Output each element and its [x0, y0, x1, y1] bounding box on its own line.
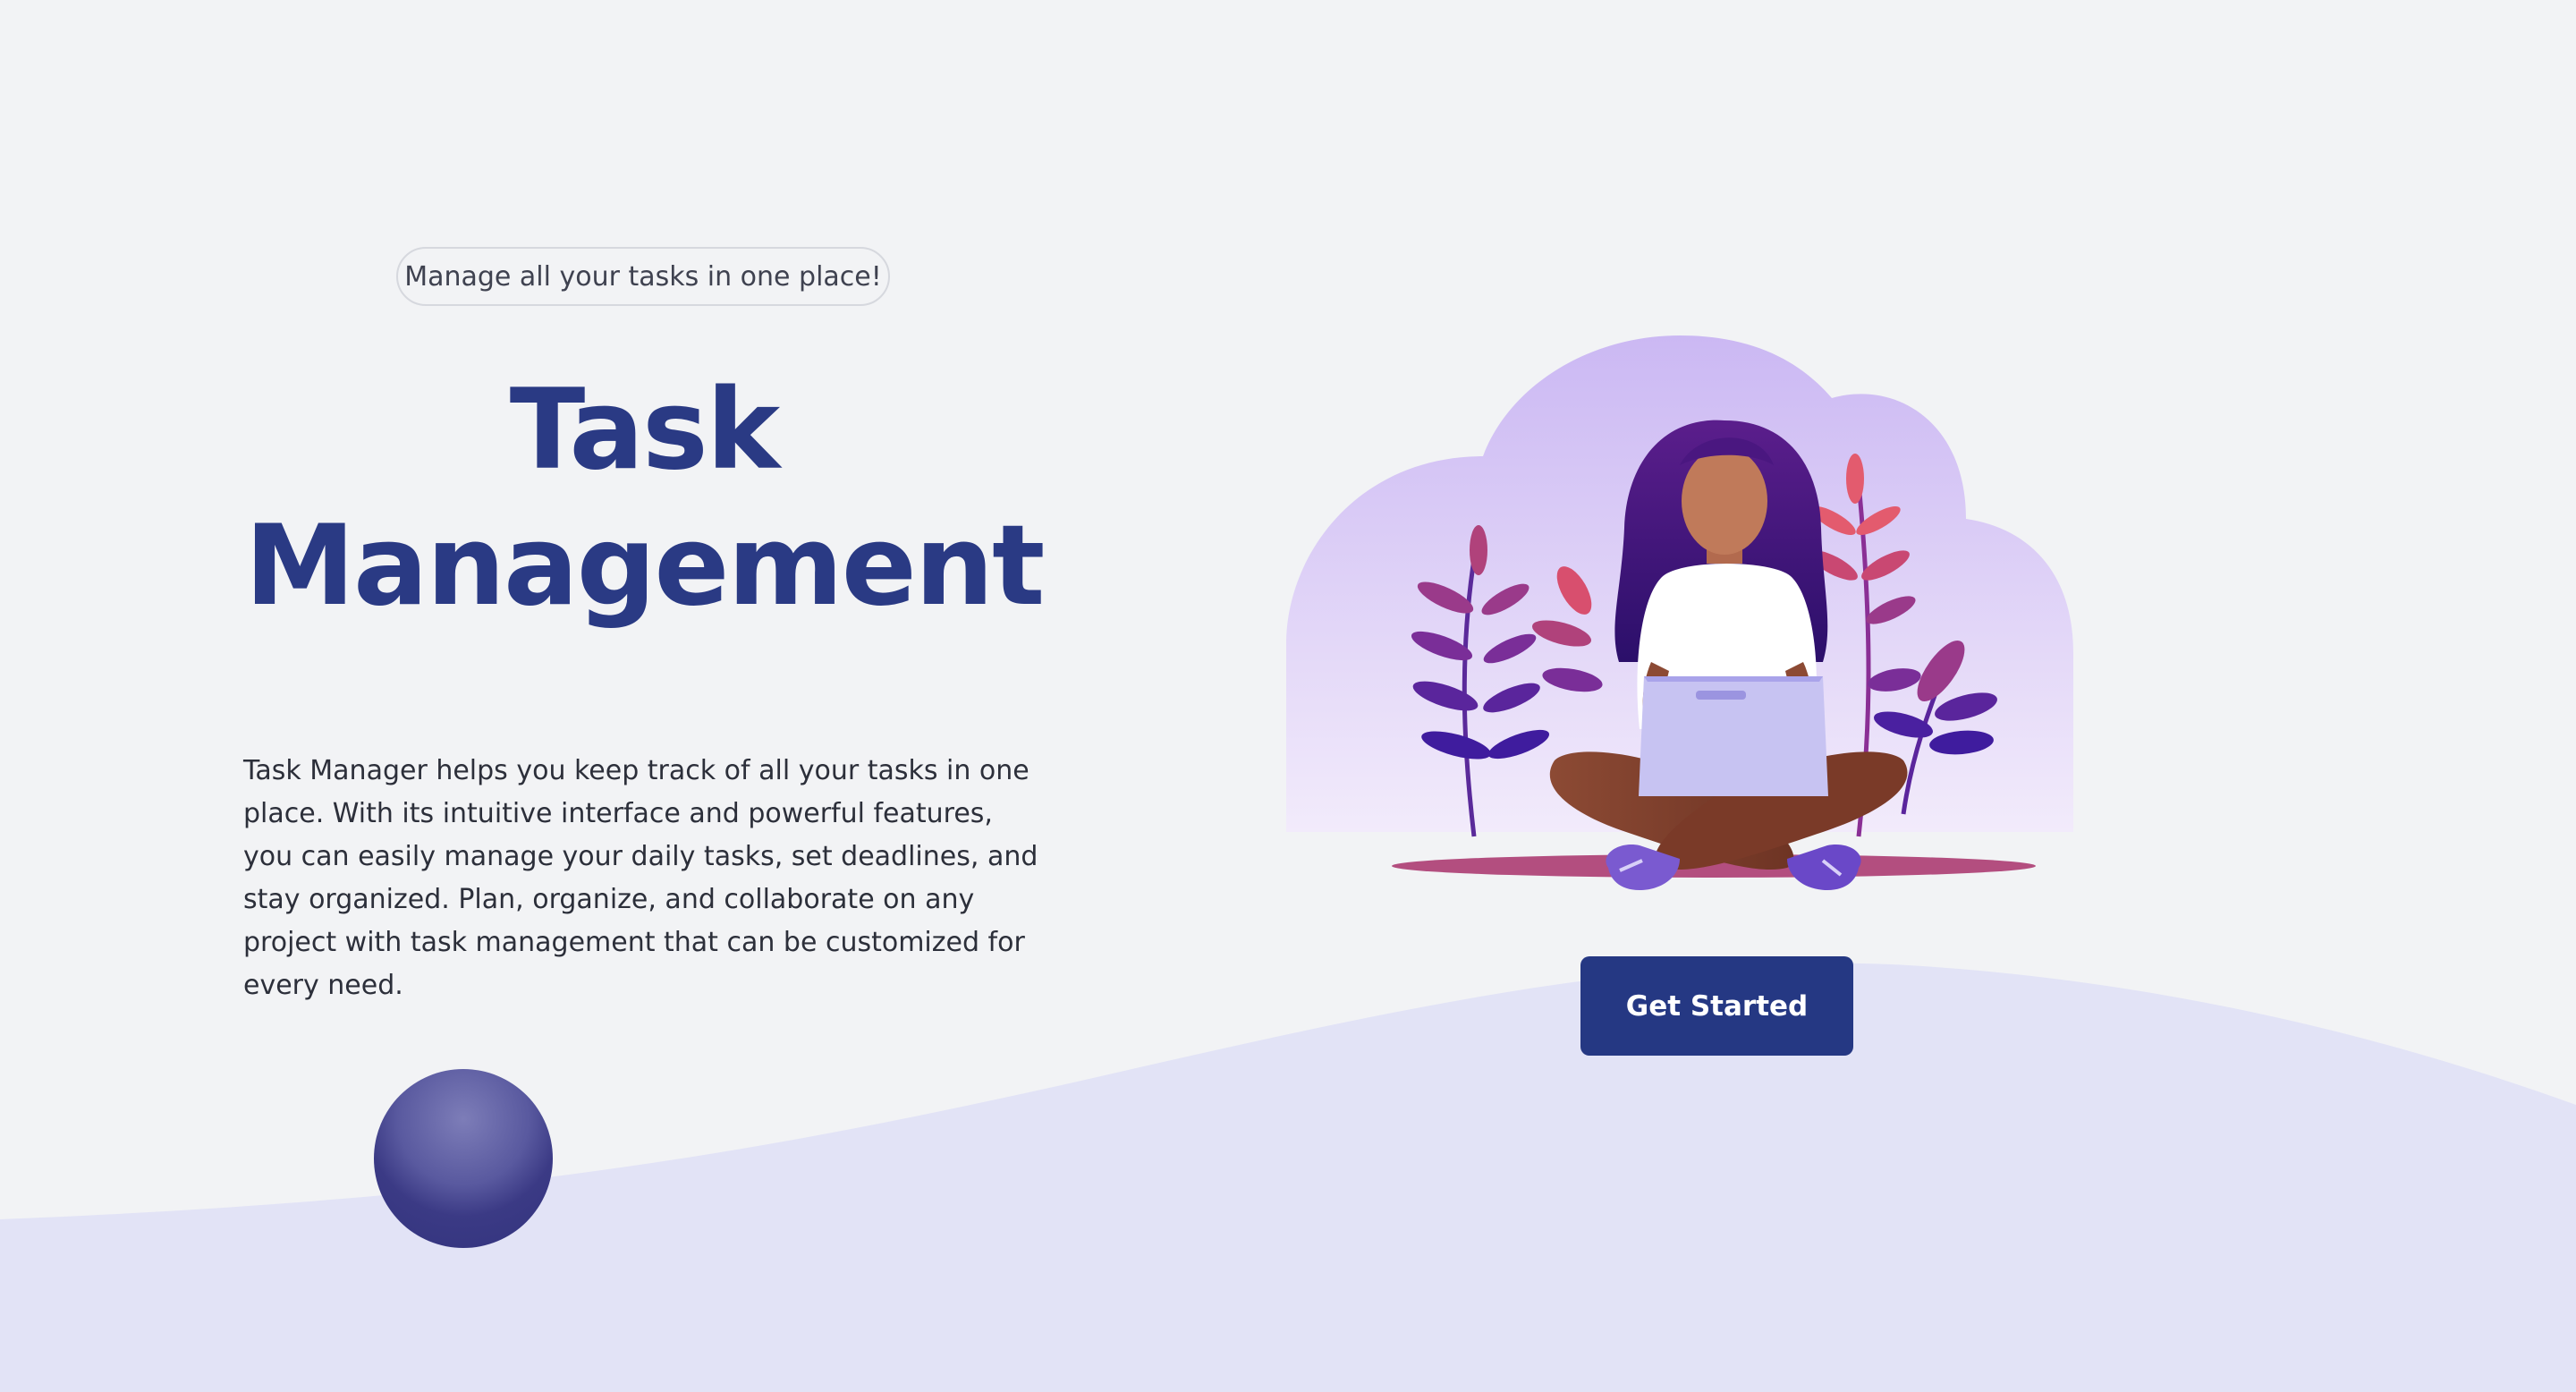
tagline-badge: Manage all your tasks in one place!: [396, 247, 890, 306]
decorative-orb: [374, 1069, 553, 1248]
title-line-1: Task: [509, 366, 781, 495]
woman-with-laptop-illustration: [1286, 335, 2073, 890]
title-line-2: Management: [244, 502, 1046, 631]
page-title: Task Management: [179, 362, 1109, 634]
hero-description: Task Manager helps you keep track of all…: [243, 755, 1038, 1001]
tagline-text: Manage all your tasks in one place!: [404, 260, 882, 293]
get-started-button[interactable]: Get Started: [1580, 956, 1853, 1056]
hero-page: Manage all your tasks in one place! Task…: [0, 0, 2576, 1392]
